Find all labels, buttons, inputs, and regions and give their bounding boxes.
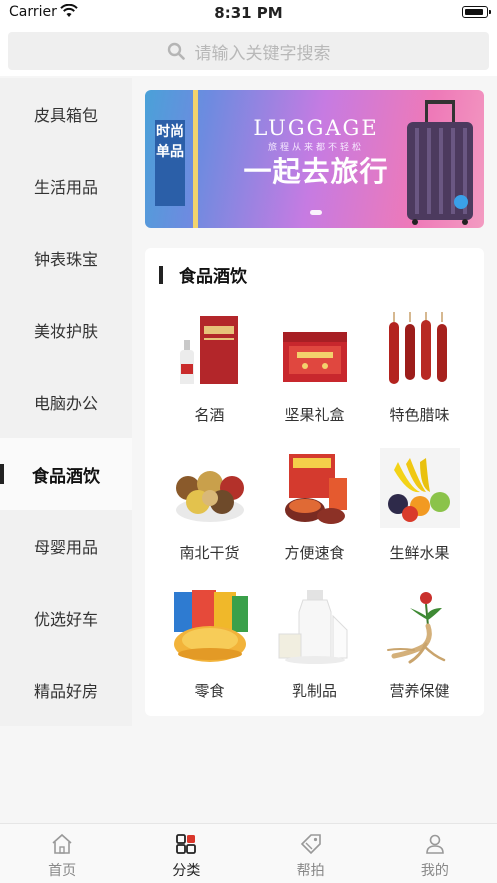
subcategory-nut-gift-box[interactable]: 坚果礼盒 <box>262 306 367 436</box>
banner-page-indicator <box>310 210 322 215</box>
status-bar: Carrier 8:31 PM <box>0 0 497 26</box>
section-title: 食品酒饮 <box>179 267 247 287</box>
sidebar-item-houses[interactable]: 精品好房 <box>0 654 132 726</box>
banner-title-cn: 一起去旅行 <box>243 155 389 188</box>
subcategory-label: 零食 <box>194 682 225 700</box>
liquor-icon <box>180 316 238 384</box>
sidebar-item-label: 生活用品 <box>33 178 98 197</box>
subcategory-label: 南北干货 <box>179 544 240 562</box>
fruit-icon <box>380 448 460 528</box>
subcategory-label: 特色腊味 <box>389 406 450 424</box>
dairy-icon <box>278 590 348 664</box>
tab-mine[interactable]: 我的 <box>373 824 497 883</box>
sidebar-item-daily-goods[interactable]: 生活用品 <box>0 150 132 222</box>
subcategory-sausage[interactable]: 特色腊味 <box>367 306 472 436</box>
sidebar-item-cars[interactable]: 优选好车 <box>0 582 132 654</box>
sidebar-item-label: 钟表珠宝 <box>33 250 98 269</box>
sidebar-item-mother-baby[interactable]: 母婴用品 <box>0 510 132 582</box>
banner-stripe <box>193 90 198 228</box>
section-marker <box>159 266 163 284</box>
tab-category[interactable]: 分类 <box>124 824 248 883</box>
subcategory-fruit[interactable]: 生鲜水果 <box>367 444 472 574</box>
category-sidebar: 皮具箱包 生活用品 钟表珠宝 美妆护肤 电脑办公 食品酒饮 母婴用品 优选好车 … <box>0 78 132 726</box>
tab-label: 我的 <box>420 863 449 879</box>
subcategory-dairy[interactable]: 乳制品 <box>262 582 367 712</box>
sidebar-item-watches-jewelry[interactable]: 钟表珠宝 <box>0 222 132 294</box>
tab-label: 帮拍 <box>296 863 325 879</box>
battery-level <box>464 8 483 15</box>
sidebar-item-beauty-skincare[interactable]: 美妆护肤 <box>0 294 132 366</box>
user-icon <box>426 834 444 854</box>
dried-goods-icon <box>176 471 244 522</box>
subcategory-label: 名酒 <box>194 406 225 424</box>
banner-title-en: LUGGAGE <box>253 116 379 140</box>
tab-help-shoot[interactable]: 帮拍 <box>249 824 373 883</box>
promo-banner[interactable]: 时尚单品 LUGGAGE 旅程从来都不轻松 一起去旅行 <box>145 90 484 228</box>
status-time: 8:31 PM <box>214 4 283 22</box>
sidebar-item-computer-office[interactable]: 电脑办公 <box>0 366 132 438</box>
sidebar-item-label: 美妆护肤 <box>33 322 98 341</box>
subcategory-label: 乳制品 <box>291 682 337 700</box>
banner-side-text: 时尚单品 <box>156 124 184 160</box>
tab-home[interactable]: 首页 <box>0 824 124 883</box>
sidebar-item-leather-bags[interactable]: 皮具箱包 <box>0 78 132 150</box>
subcategory-label: 营养保健 <box>389 682 450 700</box>
tab-label: 分类 <box>172 863 201 879</box>
search-placeholder: 请输入关键字搜索 <box>194 43 331 64</box>
sidebar-item-label: 皮具箱包 <box>33 106 98 125</box>
sidebar-item-label: 优选好车 <box>33 610 98 629</box>
sidebar-item-food-drinks[interactable]: 食品酒饮 <box>0 438 132 510</box>
sidebar-item-label: 精品好房 <box>33 682 98 701</box>
search-input[interactable]: 请输入关键字搜索 <box>8 32 489 70</box>
category-card: 食品酒饮 名酒 坚果礼盒 特色腊味 南北干货 方便速食 生鲜水果 零食 乳制品 … <box>145 248 484 716</box>
bottom-tab-bar: 首页 分类 帮拍 我的 <box>0 823 497 883</box>
tag-icon <box>300 834 321 855</box>
subcategory-health[interactable]: 营养保健 <box>367 582 472 712</box>
suitcase-icon <box>407 100 473 225</box>
sausage-icon <box>389 312 447 384</box>
subcategory-label: 方便速食 <box>284 544 345 562</box>
search-bar-container: 请输入关键字搜索 <box>0 26 497 76</box>
subcategory-label: 生鲜水果 <box>389 544 450 562</box>
subcategory-snacks[interactable]: 零食 <box>157 582 262 712</box>
category-icon <box>176 834 197 854</box>
subcategory-liquor[interactable]: 名酒 <box>157 306 262 436</box>
instant-food-icon <box>285 454 347 524</box>
battery-icon <box>462 6 491 18</box>
subcategory-label: 坚果礼盒 <box>284 406 345 424</box>
home-icon <box>52 833 72 854</box>
search-icon <box>167 42 185 60</box>
ginseng-icon <box>387 592 446 664</box>
subcategory-dried-goods[interactable]: 南北干货 <box>157 444 262 574</box>
nut-gift-box-icon <box>283 332 347 382</box>
sidebar-item-label: 食品酒饮 <box>32 466 100 487</box>
sidebar-item-label: 母婴用品 <box>33 538 98 557</box>
sidebar-item-label: 电脑办公 <box>33 394 98 413</box>
snack-chips-icon <box>174 590 248 662</box>
subcategory-instant-food[interactable]: 方便速食 <box>262 444 367 574</box>
tab-label: 首页 <box>48 863 77 879</box>
